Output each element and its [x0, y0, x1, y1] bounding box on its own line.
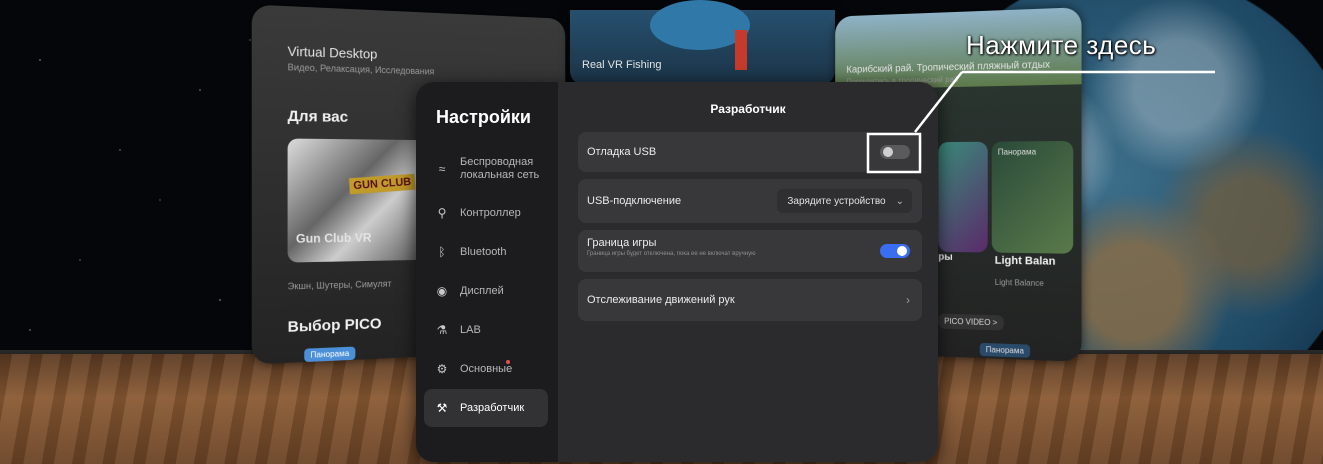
wifi-icon: ≈: [434, 162, 450, 176]
usb-connection-label: USB-подключение: [587, 195, 681, 207]
right-panorama-badge: Панорама: [980, 343, 1030, 358]
virtual-desktop-tags: Видео, Релаксация, Исследования: [288, 62, 439, 77]
usb-connection-dropdown[interactable]: Зарядите устройство ⌄: [777, 189, 912, 213]
chevron-down-icon: ⌄: [896, 196, 904, 207]
chevron-right-icon: ›: [906, 293, 910, 307]
light-balance-tags: Light Balance: [995, 278, 1044, 288]
callout-text: Нажмите здесь: [966, 30, 1156, 61]
nav-label-display: Дисплей: [460, 285, 504, 298]
toggle-knob: [897, 246, 907, 256]
launcher-panel-middle: Real VR Fishing: [570, 10, 835, 85]
pico-choice-heading: Выбор PICO: [288, 315, 382, 336]
vr-scene: Virtual Desktop Видео, Релаксация, Иссле…: [0, 0, 1323, 464]
side-game-partial: ры: [938, 252, 952, 263]
hand-tracking-label: Отслеживание движений рук: [587, 294, 735, 306]
usb-connection-value: Зарядите устройство: [787, 196, 885, 207]
nav-label-wifi: Беспроводная локальная сеть: [460, 156, 540, 182]
developer-icon: ⚒: [434, 401, 450, 415]
for-you-heading: Для вас: [288, 107, 349, 126]
virtual-desktop-title: Virtual Desktop: [288, 43, 378, 61]
nav-item-bluetooth[interactable]: ᛒ Bluetooth: [424, 233, 548, 271]
notification-dot: [506, 360, 510, 364]
usb-debug-row: Отладка USB: [578, 132, 922, 172]
coral-tile[interactable]: [938, 142, 987, 253]
controller-icon: ⚲: [434, 206, 450, 220]
bluetooth-icon: ᛒ: [434, 245, 450, 259]
developer-section-title: Разработчик: [558, 102, 938, 116]
settings-title: Настройки: [436, 107, 531, 128]
nav-item-controller[interactable]: ⚲ Контроллер: [424, 194, 548, 232]
gun-club-tags: Экшн, Шутеры, Симулят: [288, 279, 392, 292]
game-boundary-description: Граница игры будет отключена, пока ее не…: [587, 251, 756, 257]
panorama-tile-label: Панорама: [998, 147, 1036, 156]
nav-item-lab[interactable]: ⚗ LAB: [424, 311, 548, 349]
nav-item-display[interactable]: ◉ Дисплей: [424, 272, 548, 310]
real-vr-fishing-title: Real VR Fishing: [582, 59, 661, 71]
lab-icon: ⚗: [434, 323, 450, 337]
game-boundary-label: Граница игры: [587, 237, 656, 249]
game-boundary-row: Граница игры Граница игры будет отключен…: [578, 230, 922, 272]
toggle-knob: [883, 147, 893, 157]
general-icon: ⚙: [434, 362, 450, 376]
buoy-art: [735, 30, 747, 70]
nav-item-wifi[interactable]: ≈ Беспроводная локальная сеть: [424, 150, 548, 188]
usb-debug-label: Отладка USB: [587, 146, 656, 158]
nav-label-lab: LAB: [460, 324, 481, 337]
gun-club-logo: GUN CLUB: [349, 174, 416, 195]
usb-connection-row: USB-подключение Зарядите устройство ⌄: [578, 179, 922, 223]
light-balance-title: Light Balan: [995, 255, 1056, 268]
panorama-tile[interactable]: Панорама: [992, 141, 1073, 254]
nav-label-bluetooth: Bluetooth: [460, 246, 506, 259]
nav-label-general: Основные: [460, 363, 512, 376]
settings-sidebar: Настройки ≈ Беспроводная локальная сеть …: [416, 82, 558, 462]
hand-tracking-row[interactable]: Отслеживание движений рук ›: [578, 279, 922, 321]
settings-window: Настройки ≈ Беспроводная локальная сеть …: [416, 82, 938, 462]
nav-label-developer: Разработчик: [460, 402, 524, 415]
usb-debug-toggle[interactable]: [880, 145, 910, 159]
nav-label-controller: Контроллер: [460, 207, 521, 220]
pico-video-chip[interactable]: PICO VIDEO >: [938, 314, 1003, 331]
nav-item-developer[interactable]: ⚒ Разработчик: [424, 389, 548, 427]
nav-item-general[interactable]: ⚙ Основные: [424, 350, 548, 388]
panorama-badge: Панорама: [304, 347, 355, 363]
game-boundary-toggle[interactable]: [880, 244, 910, 258]
display-icon: ◉: [434, 284, 450, 298]
gun-club-title: Gun Club VR: [296, 231, 372, 246]
